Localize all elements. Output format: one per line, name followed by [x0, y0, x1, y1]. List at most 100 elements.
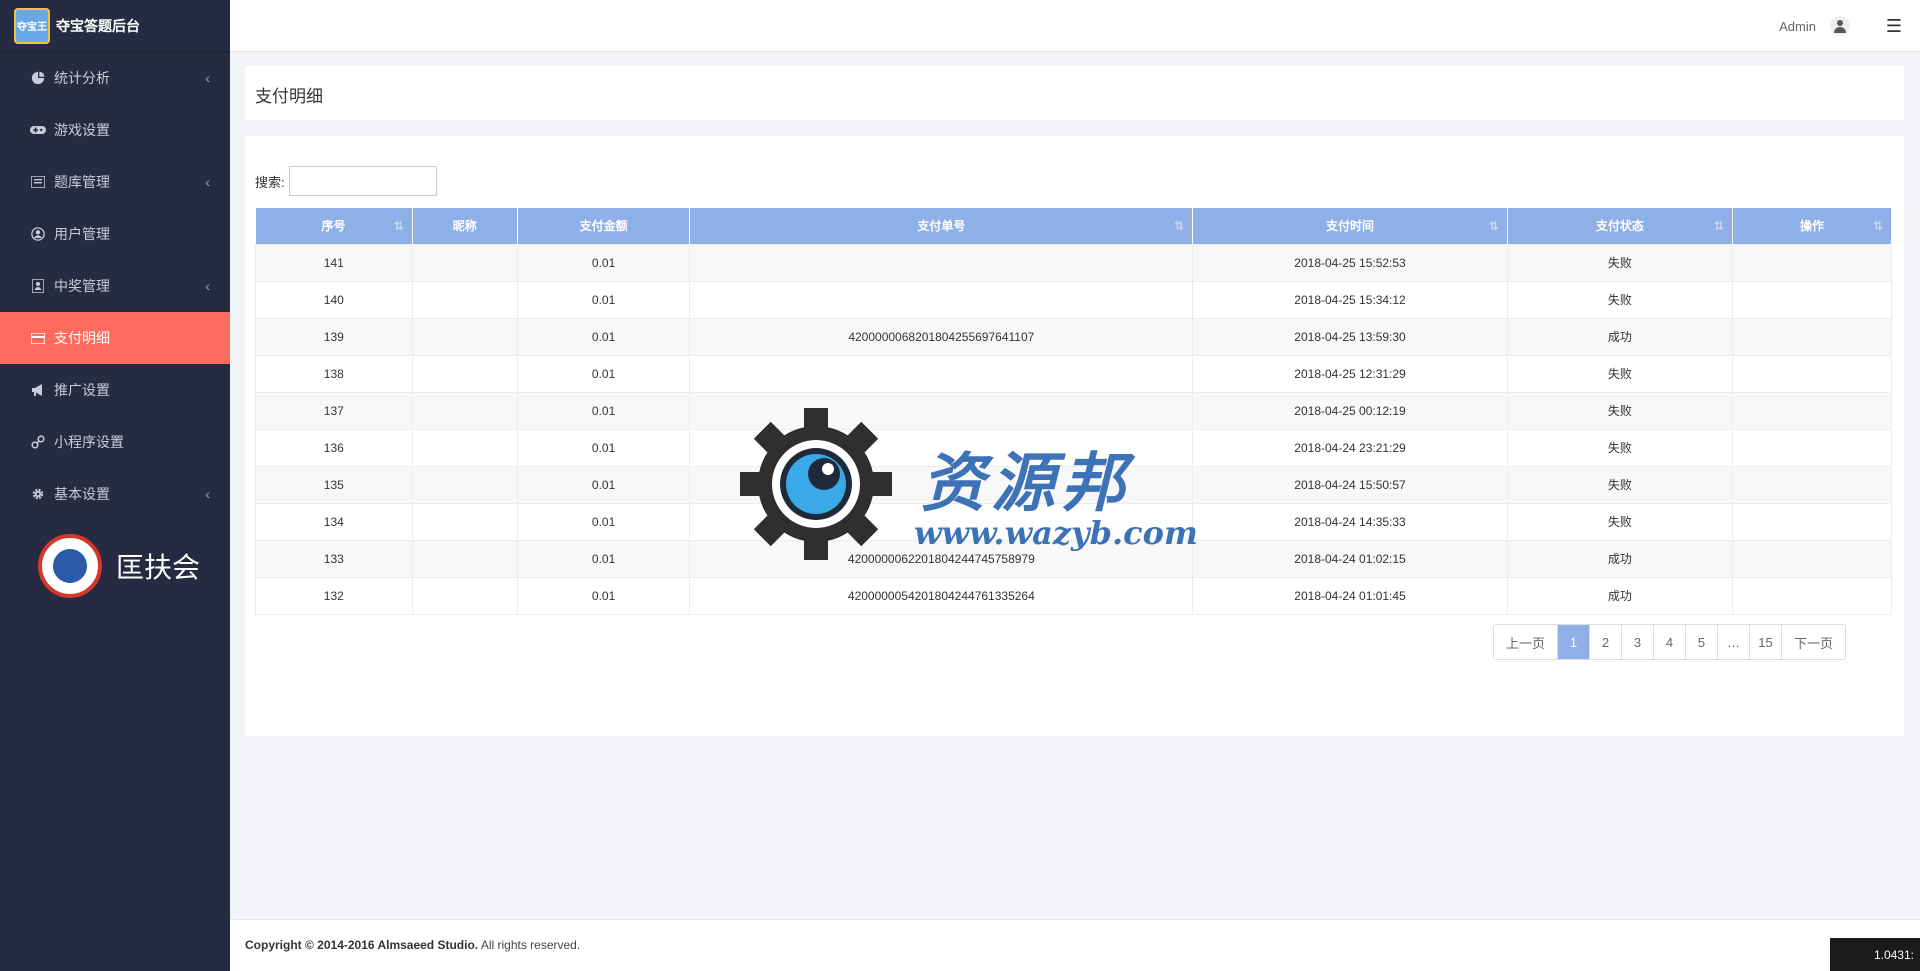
sidebar-item-label: 用户管理 [54, 226, 110, 242]
table-cell [411, 576, 518, 615]
page-button[interactable]: … [1718, 625, 1751, 659]
table-cell: 0.01 [516, 576, 691, 615]
sidebar-item-label: 支付明细 [54, 330, 110, 346]
gamepad-icon [30, 122, 46, 138]
table-cell: 139 [255, 317, 413, 356]
table-cell: 2018-04-24 01:01:45 [1192, 576, 1508, 615]
page-button[interactable]: 2 [1590, 625, 1623, 659]
page-title-box: 支付明细 [245, 66, 1904, 120]
sidebar-item-4[interactable]: 中奖管理 ‹ [0, 260, 230, 312]
sort-icon[interactable]: ⇅ [1714, 219, 1724, 233]
table-cell: 0.01 [516, 317, 691, 356]
sidebar-item-6[interactable]: 推广设置 [0, 364, 230, 416]
table-cell: 2018-04-25 15:34:12 [1192, 280, 1508, 319]
table-header-row: 序号 ⇅ 昵称 支付金额 支付单号 ⇅ 支付时间 ⇅ 支付状态 ⇅ 操作 ⇅ [255, 208, 1893, 244]
app-logo: 夺宝王 [14, 7, 50, 44]
sidebar-item-3[interactable]: 用户管理 [0, 208, 230, 260]
table-cell [1731, 391, 1893, 430]
table-row: 140 0.01 2018-04-25 15:34:12 失败 [255, 280, 1893, 319]
table-cell [411, 391, 518, 430]
column-header-3[interactable]: 支付单号 ⇅ [689, 208, 1194, 244]
table-cell [411, 465, 518, 504]
app-logo-text: 夺宝王 [17, 22, 47, 33]
page-button[interactable]: 15 [1750, 625, 1783, 659]
column-header-label: 序号 [321, 219, 346, 234]
table-cell: 失败 [1506, 391, 1733, 430]
table-row: 141 0.01 2018-04-25 15:52:53 失败 [255, 243, 1893, 282]
table-cell: 2018-04-24 15:50:57 [1192, 465, 1508, 504]
table-cell [411, 354, 518, 393]
table-cell: 0.01 [516, 391, 691, 430]
sort-icon[interactable]: ⇅ [1489, 219, 1499, 233]
table-cell: 成功 [1506, 539, 1733, 578]
chevron-left-icon: ‹ [205, 278, 210, 294]
column-header-label: 支付时间 [1326, 219, 1375, 234]
table-row: 138 0.01 2018-04-25 12:31:29 失败 [255, 354, 1893, 393]
partner-name: 匡扶会 [116, 551, 201, 584]
table-cell: 失败 [1506, 243, 1733, 282]
table-cell: 138 [255, 354, 413, 393]
hamburger-icon[interactable]: ☰ [1886, 16, 1902, 37]
page-button[interactable]: 5 [1686, 625, 1719, 659]
pagination: 上一页 1 2 3 4 5… 15 下一页 [1493, 624, 1847, 660]
sort-icon[interactable]: ⇅ [1873, 219, 1883, 233]
prev-page-button[interactable]: 上一页 [1494, 625, 1559, 659]
table-cell: 2018-04-24 14:35:33 [1192, 502, 1508, 541]
sidebar-item-2[interactable]: 题库管理 ‹ [0, 156, 230, 208]
brand[interactable]: 夺宝王 夺宝答题后台 [0, 0, 230, 52]
page-button[interactable]: 4 [1654, 625, 1687, 659]
sidebar-item-8[interactable]: 基本设置 ‹ [0, 468, 230, 520]
column-header-0[interactable]: 序号 ⇅ [255, 208, 413, 244]
sidebar-item-0[interactable]: 统计分析 ‹ [0, 52, 230, 104]
column-header-1[interactable]: 昵称 [412, 208, 518, 244]
sidebar-item-1[interactable]: 游戏设置 [0, 104, 230, 156]
sort-icon[interactable]: ⇅ [1174, 219, 1184, 233]
table-cell [689, 243, 1194, 282]
search-bar: 搜索: [255, 166, 437, 196]
table-cell [1731, 280, 1893, 319]
chevron-left-icon: ‹ [205, 486, 210, 502]
watermark-text: 资源邦 [921, 446, 1131, 521]
sort-icon[interactable]: ⇅ [394, 219, 404, 233]
table-cell: 0.01 [516, 280, 691, 319]
table-cell: 2018-04-24 01:02:15 [1192, 539, 1508, 578]
partner-badge-icon [38, 534, 102, 598]
column-header-label: 支付单号 [917, 219, 966, 234]
column-header-2[interactable]: 支付金额 [517, 208, 691, 244]
page-button[interactable]: 3 [1622, 625, 1655, 659]
table-cell: 140 [255, 280, 413, 319]
sidebar-item-5[interactable]: 支付明细 [0, 312, 230, 364]
column-header-4[interactable]: 支付时间 ⇅ [1192, 208, 1508, 244]
table-cell: 137 [255, 391, 413, 430]
table-cell [689, 354, 1194, 393]
table-cell [411, 502, 518, 541]
column-header-5[interactable]: 支付状态 ⇅ [1507, 208, 1733, 244]
gear-icon [30, 486, 46, 502]
sidebar-item-7[interactable]: 小程序设置 [0, 416, 230, 468]
next-page-button[interactable]: 下一页 [1782, 625, 1846, 659]
user-menu[interactable]: Admin [1779, 16, 1850, 36]
table-cell: 0.01 [516, 243, 691, 282]
table-cell: 2018-04-25 13:59:30 [1192, 317, 1508, 356]
table-cell: 2018-04-25 00:12:19 [1192, 391, 1508, 430]
copyright-text: Copyright © 2014-2016 Almsaeed Studio. [245, 938, 479, 952]
table-cell [1731, 502, 1893, 541]
table-cell: 失败 [1506, 465, 1733, 504]
table-cell: 134 [255, 502, 413, 541]
table-cell: 0.01 [516, 354, 691, 393]
table-cell: 136 [255, 428, 413, 467]
user-circle-icon [30, 226, 46, 242]
table-cell [411, 243, 518, 282]
table-cell: 2018-04-25 15:52:53 [1192, 243, 1508, 282]
search-input[interactable] [288, 166, 437, 196]
table-cell: 失败 [1506, 354, 1733, 393]
column-header-6[interactable]: 操作 ⇅ [1732, 208, 1893, 244]
column-header-label: 昵称 [452, 219, 477, 234]
table-cell: 132 [255, 576, 413, 615]
partner-logo: 匡扶会 [0, 520, 230, 598]
rights-text: All rights reserved. [478, 938, 581, 952]
table-row: 132 0.01 4200000054201804244761335264 2018-… [255, 576, 1893, 615]
page-button[interactable]: 1 [1558, 625, 1591, 659]
table-cell [411, 428, 518, 467]
table-cell: 135 [255, 465, 413, 504]
